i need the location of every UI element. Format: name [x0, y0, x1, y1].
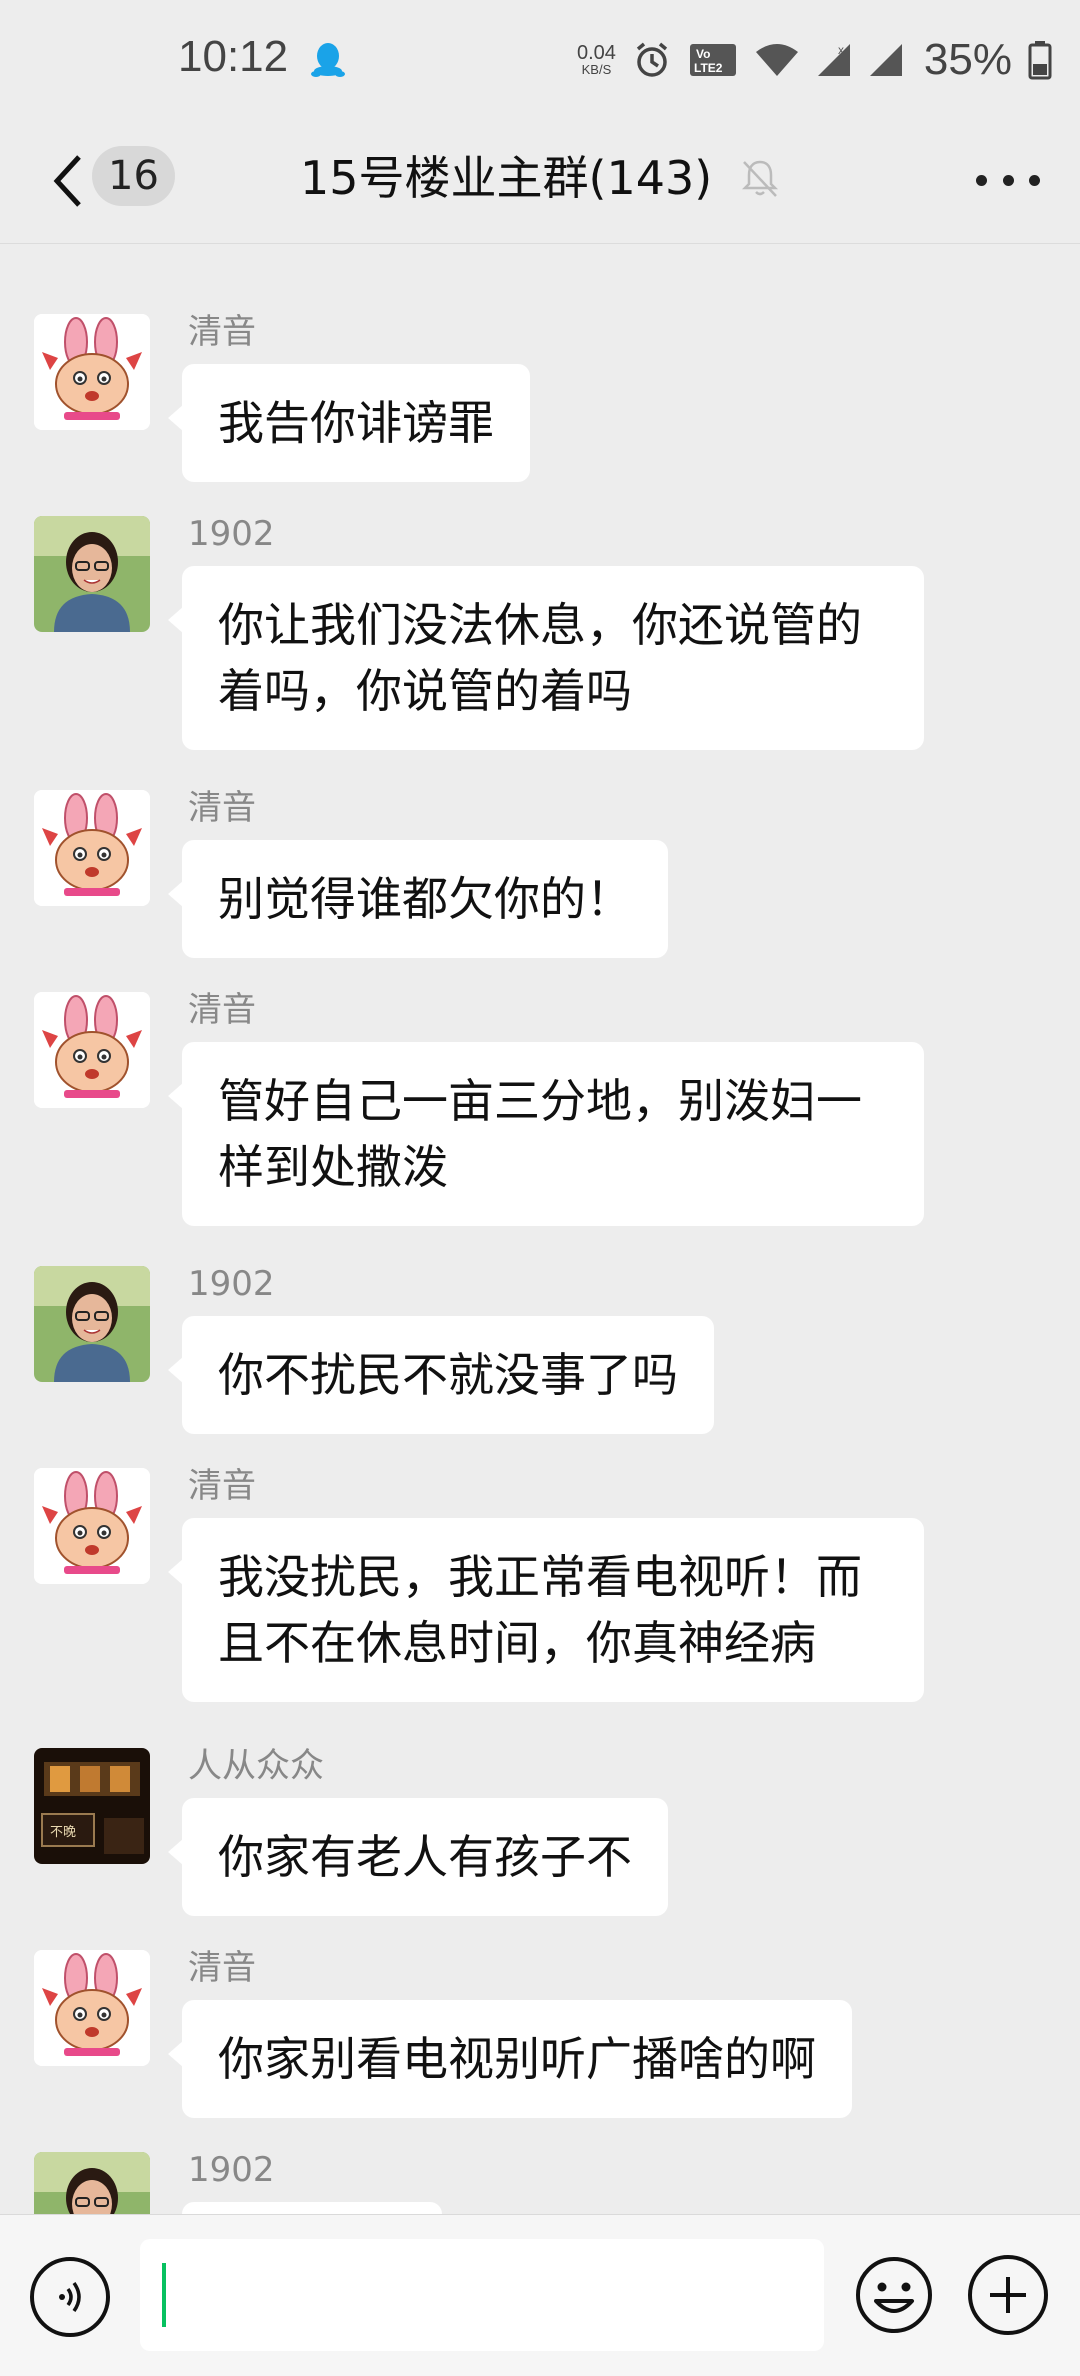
chat-title: 15号楼业主群(143)	[300, 151, 713, 205]
voice-icon	[59, 2281, 81, 2313]
woman-photo-avatar	[34, 2152, 150, 2214]
avatar[interactable]	[34, 992, 150, 1108]
chat-header: 16 15号楼业主群(143)	[0, 120, 1080, 244]
network-speed-value: 0.04	[576, 42, 616, 64]
message-list[interactable]: 清音 我告你诽谤罪 1902 你让我们没法休息，你还说管的着吗，你说管的着吗 清…	[0, 244, 1080, 2214]
cartoon-bunny-avatar	[34, 992, 150, 1108]
sender-name: 1902	[188, 1264, 275, 1304]
emoji-icon[interactable]	[854, 2255, 934, 2335]
message-bubble[interactable]: 你不扰民不就没事了吗	[168, 1316, 714, 1434]
voice-button[interactable]	[30, 2257, 110, 2337]
avatar[interactable]	[34, 1266, 150, 1382]
plus-icon	[990, 2277, 1026, 2313]
svg-text:LTE2: LTE2	[694, 61, 723, 75]
message-input[interactable]	[140, 2239, 824, 2351]
avatar[interactable]	[34, 516, 150, 632]
avatar[interactable]	[34, 1950, 150, 2066]
sender-name: 清音	[188, 788, 256, 828]
status-indicators: 0.04 KB/S Vo LTE2 x 35%	[577, 30, 1052, 90]
wifi-icon	[755, 44, 798, 76]
dark-room-photo-avatar: 不晚	[34, 1748, 150, 1864]
signal-icon-1: x	[817, 43, 850, 76]
message-bubble[interactable]: 管好自己一亩三分地，别泼妇一样到处撒泼	[168, 1042, 924, 1226]
sender-name: 清音	[188, 990, 256, 1030]
avatar[interactable]	[34, 314, 150, 430]
volte-icon: Vo LTE2	[689, 44, 736, 76]
dot	[976, 174, 987, 186]
dot	[1002, 174, 1014, 186]
signal-icon-2	[869, 44, 902, 76]
network-speed-unit: KB/S	[581, 62, 612, 77]
message-bubble[interactable]: 别觉得谁都欠你的！	[168, 840, 668, 958]
sender-name: 1902	[188, 2150, 275, 2190]
message-bubble[interactable]: 我没扰民，我正常看电视听！而且不在休息时间，你真神经病	[168, 1518, 924, 1702]
sender-name: 清音	[188, 312, 256, 352]
sender-name: 清音	[188, 1466, 256, 1506]
text-cursor	[162, 2263, 166, 2327]
input-bar	[0, 2214, 1080, 2376]
svg-text:x: x	[838, 43, 844, 57]
avatar[interactable]	[34, 2152, 150, 2214]
sender-name: 人从众众	[188, 1746, 324, 1786]
battery-icon	[1028, 41, 1052, 80]
sender-name: 清音	[188, 1948, 256, 1988]
battery-percent: 35%	[923, 35, 1012, 84]
woman-photo-avatar	[34, 516, 150, 632]
mute-bell-icon	[741, 160, 779, 197]
back-chevron-icon	[53, 155, 81, 207]
svg-text:Vo: Vo	[696, 47, 710, 61]
status-bar: 10:12 0.04 KB/S Vo LTE2 x 35%	[0, 0, 1080, 120]
avatar[interactable]	[34, 790, 150, 906]
qq-icon	[311, 43, 345, 77]
cartoon-bunny-avatar	[34, 790, 150, 906]
back-button[interactable]	[38, 148, 98, 214]
plus-button[interactable]	[968, 2255, 1048, 2335]
dot	[1029, 174, 1040, 186]
message-bubble[interactable]	[182, 2202, 442, 2214]
network-speed: 0.04 KB/S	[577, 43, 616, 77]
cartoon-bunny-avatar	[34, 314, 150, 430]
unread-count-badge[interactable]: 16	[92, 146, 175, 206]
avatar[interactable]	[34, 1468, 150, 1584]
alarm-icon	[636, 42, 668, 77]
svg-text:不晚: 不晚	[50, 1825, 76, 1840]
message-bubble[interactable]: 你让我们没法休息，你还说管的着吗，你说管的着吗	[168, 566, 924, 750]
avatar[interactable]: 不晚	[34, 1748, 150, 1864]
status-time: 10:12	[178, 32, 289, 81]
message-bubble[interactable]: 我告你诽谤罪	[168, 364, 530, 482]
message-bubble[interactable]: 你家别看电视别听广播啥的啊	[168, 2000, 852, 2118]
message-bubble[interactable]: 你家有老人有孩子不	[168, 1798, 668, 1916]
more-dots-icon[interactable]	[976, 160, 1040, 200]
cartoon-bunny-avatar	[34, 1950, 150, 2066]
sender-name: 1902	[188, 514, 275, 554]
woman-photo-avatar	[34, 1266, 150, 1382]
cartoon-bunny-avatar	[34, 1468, 150, 1584]
